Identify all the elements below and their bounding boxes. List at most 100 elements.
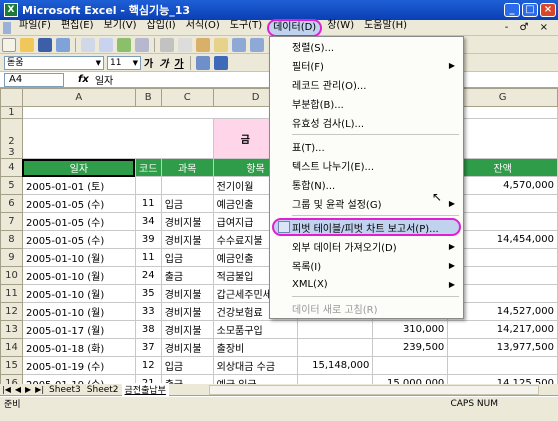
cell-a[interactable]: 2005-01-10 (월) [21, 284, 136, 303]
cell-g[interactable]: 14,527,000 [447, 302, 558, 321]
excel-icon[interactable]: X [4, 3, 18, 17]
menu-item-pivot-table[interactable]: 피벗 테이블/피벗 차트 보고서(P)... [272, 218, 461, 236]
cell-b[interactable]: 24 [134, 266, 162, 285]
cell-a[interactable]: 2005-01-19 (수) [21, 374, 136, 384]
italic-button[interactable]: 가 [159, 55, 168, 70]
bold-button[interactable]: 가 [144, 55, 153, 70]
cell-d[interactable]: 소모품구입 [212, 320, 299, 339]
cell-c[interactable]: 경비지불 [160, 230, 214, 249]
cell-c[interactable]: 출금 [160, 374, 214, 384]
column-header-a[interactable]: A [21, 88, 136, 107]
maximize-button[interactable]: □ [522, 3, 538, 17]
row-header[interactable]: 14 [0, 338, 23, 357]
row-header[interactable]: 9 [0, 248, 23, 267]
row-header[interactable]: 12 [0, 302, 23, 321]
cell-e[interactable] [297, 338, 374, 357]
cell-c[interactable]: 경비지불 [160, 338, 214, 357]
cell-e[interactable]: 15,148,000 [297, 356, 374, 375]
cell-a[interactable]: 2005-01-10 (월) [21, 266, 136, 285]
new-icon[interactable] [2, 37, 16, 52]
spelling-icon[interactable] [117, 37, 131, 52]
column-header-c[interactable]: C [160, 88, 214, 107]
header-date[interactable]: 일자 [21, 158, 136, 177]
cell-a[interactable]: 2005-01-05 (수) [21, 230, 136, 249]
align-left-icon[interactable] [195, 55, 210, 70]
cell-b[interactable] [134, 176, 162, 195]
cell-g[interactable]: 14,125,500 [447, 374, 558, 384]
dropdown-menu-item[interactable]: 표(T)... [270, 137, 463, 156]
column-header-b[interactable]: B [134, 88, 162, 107]
sheet-tab-current[interactable]: 금전출납부 [121, 383, 169, 396]
row-header[interactable]: 7 [0, 212, 23, 231]
cell-g[interactable] [447, 356, 558, 375]
cell-a[interactable]: 2005-01-10 (월) [21, 248, 136, 267]
dropdown-menu-item[interactable]: 외부 데이터 가져오기(D) ▶ [270, 237, 463, 256]
cell-c[interactable]: 출금 [160, 266, 214, 285]
last-sheet-icon[interactable]: ▶| [35, 385, 44, 394]
cell-f[interactable]: 310,000 [372, 320, 449, 339]
cell-a[interactable]: 2005-01-05 (수) [21, 212, 136, 231]
cell-f[interactable] [372, 356, 449, 375]
row-header[interactable]: 5 [0, 176, 23, 195]
prev-sheet-icon[interactable]: ◀ [15, 385, 21, 394]
cell-g[interactable]: 14,454,000 [447, 230, 558, 249]
row-header[interactable]: 6 [0, 194, 23, 213]
cell-a[interactable]: 2005-01-18 (화) [21, 338, 136, 357]
font-size-combo[interactable]: 11 ▼ [107, 55, 141, 70]
align-center-icon[interactable] [213, 55, 228, 70]
menu-item[interactable]: 보기(V) [99, 19, 142, 37]
name-box[interactable]: A4 [4, 72, 64, 87]
cell-a[interactable]: 2005-01-19 (수) [21, 356, 136, 375]
excel-small-icon[interactable] [3, 21, 11, 34]
close-button[interactable]: × [540, 3, 556, 17]
cell-b[interactable]: 34 [134, 212, 162, 231]
dropdown-menu-item[interactable]: 필터(F) ▶ [270, 56, 463, 75]
research-icon[interactable] [135, 37, 149, 52]
sheet-tab[interactable]: Sheet2 [84, 385, 122, 395]
horizontal-scrollbar[interactable] [208, 384, 539, 395]
row-header[interactable]: 8 [0, 230, 23, 249]
cell-g[interactable] [447, 284, 558, 303]
cell-d[interactable]: 출장비 [212, 338, 299, 357]
cell-g[interactable]: 14,217,000 [447, 320, 558, 339]
cell-e[interactable] [297, 320, 374, 339]
cut-icon[interactable] [160, 37, 174, 52]
dropdown-menu-item[interactable]: 텍스트 나누기(E)... [270, 156, 463, 175]
cell[interactable] [21, 118, 214, 159]
cell-g[interactable]: 4,570,000 [447, 176, 558, 195]
cell-b[interactable]: 39 [134, 230, 162, 249]
cell-c[interactable] [160, 176, 214, 195]
cell-g[interactable] [447, 194, 558, 213]
sheet-tab[interactable]: Sheet3 [46, 385, 84, 395]
row-header[interactable]: 13 [0, 320, 23, 339]
cell-b[interactable]: 11 [134, 248, 162, 267]
copy-icon[interactable] [178, 37, 192, 52]
cell-g[interactable] [447, 266, 558, 285]
cell-d[interactable]: 예금 입금 [212, 374, 299, 384]
dropdown-menu-item[interactable]: 유효성 검사(L)... [270, 113, 463, 132]
column-header-g[interactable]: G [447, 88, 558, 107]
header-balance[interactable]: 잔액 [447, 158, 558, 177]
cell-g[interactable] [447, 212, 558, 231]
menu-item[interactable]: 편집(E) [56, 19, 99, 37]
undo-icon[interactable] [232, 37, 246, 52]
cell-g[interactable] [447, 248, 558, 267]
open-icon[interactable] [20, 37, 34, 52]
header-code[interactable]: 코드 [134, 158, 162, 177]
print-icon[interactable] [81, 37, 95, 52]
cell-a[interactable]: 2005-01-17 (월) [21, 320, 136, 339]
row-header[interactable]: 1 [0, 106, 23, 119]
cell-b[interactable]: 33 [134, 302, 162, 321]
cell-b[interactable]: 12 [134, 356, 162, 375]
cell-g[interactable]: 13,977,500 [447, 338, 558, 357]
cell-c[interactable]: 입금 [160, 248, 214, 267]
header-subject[interactable]: 과목 [160, 158, 214, 177]
first-sheet-icon[interactable]: |◀ [2, 385, 11, 394]
cell-b[interactable]: 37 [134, 338, 162, 357]
cell-f[interactable]: 15,000,000 [372, 374, 449, 384]
dropdown-arrow-icon[interactable]: ▼ [96, 57, 101, 69]
cell-a[interactable]: 2005-01-01 (토) [21, 176, 136, 195]
menu-item[interactable]: 서식(O) [181, 19, 225, 37]
cell-b[interactable]: 38 [134, 320, 162, 339]
next-sheet-icon[interactable]: ▶ [25, 385, 31, 394]
